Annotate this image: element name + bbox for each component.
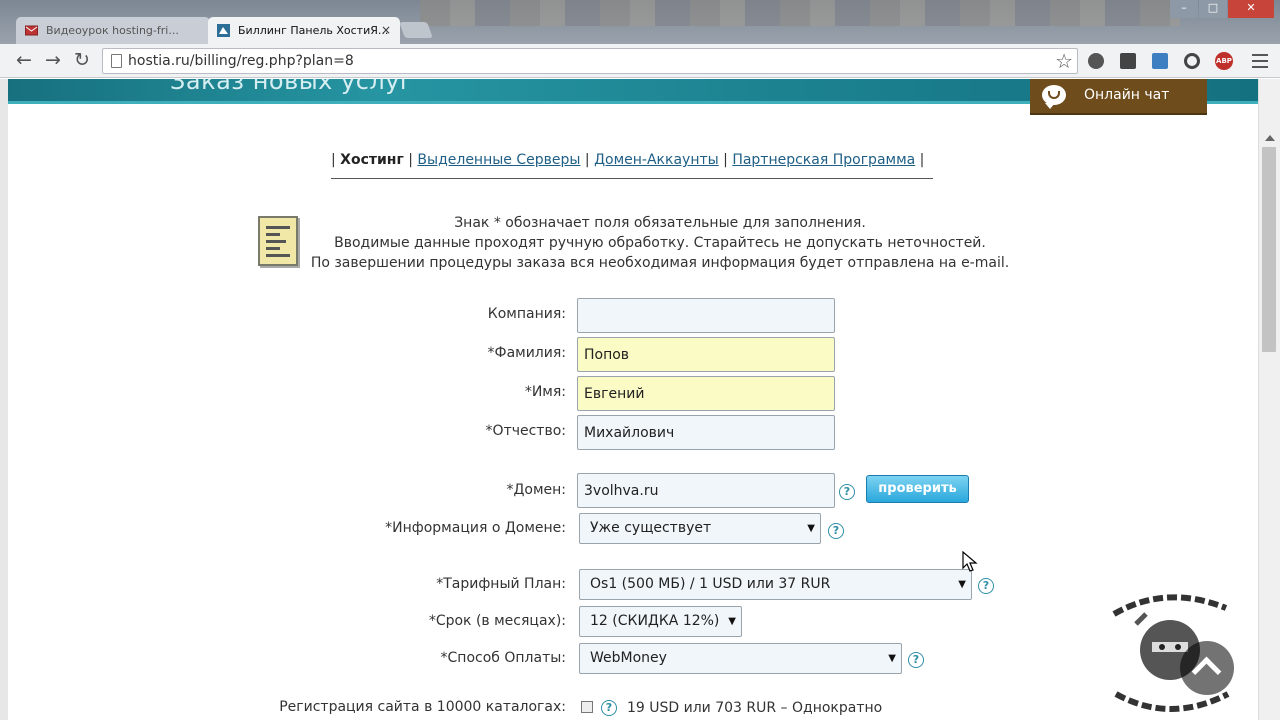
- menu-icon[interactable]: [1252, 54, 1268, 68]
- page-viewport: Заказ новых услуг Онлайн чат | Хостинг |…: [0, 79, 1280, 720]
- online-chat-button[interactable]: Онлайн чат: [1030, 79, 1207, 115]
- nav-link-domain-accounts[interactable]: Домен-Аккаунты: [594, 152, 719, 168]
- chat-bubble-icon: [1042, 85, 1066, 109]
- domain-input[interactable]: [577, 473, 835, 508]
- evernote-extension-icon[interactable]: [1120, 53, 1136, 69]
- minimize-button[interactable]: –: [1170, 0, 1198, 18]
- calendar-extension-icon[interactable]: [1152, 53, 1168, 69]
- service-nav: | Хостинг | Выделенные Серверы | Домен-А…: [331, 152, 933, 179]
- plan-value: Os1 (500 МБ) / 1 USD или 37 RUR: [590, 576, 831, 592]
- bookmark-star-icon[interactable]: ☆: [1055, 49, 1073, 73]
- catalogs-help-icon[interactable]: ?: [601, 700, 617, 716]
- maximize-button[interactable]: □: [1199, 0, 1227, 18]
- tab-title: Биллинг Панель ХостиЯ...: [238, 24, 389, 37]
- nav-item-hosting: Хостинг: [340, 152, 404, 168]
- catalogs-checkbox[interactable]: [581, 701, 593, 713]
- info-text: Знак * обозначает поля обязательные для …: [300, 213, 1020, 273]
- catalogs-label: Регистрация сайта в 10000 каталогах:: [279, 699, 566, 715]
- payment-select[interactable]: WebMoney ▼: [579, 643, 902, 674]
- close-window-button[interactable]: ✕: [1228, 0, 1274, 18]
- tab-billing-panel[interactable]: Биллинг Панель ХостиЯ... ×: [208, 17, 400, 44]
- patronymic-label: *Отчество:: [485, 423, 566, 439]
- mail-icon: [25, 25, 38, 36]
- scroll-up-arrow-icon[interactable]: [1265, 135, 1275, 141]
- desktop-background: [420, 0, 1180, 26]
- company-input[interactable]: [577, 298, 835, 333]
- chevron-down-icon: ▼: [728, 616, 736, 627]
- company-label: Компания:: [487, 306, 566, 322]
- circle-extension-icon[interactable]: [1184, 53, 1200, 69]
- name-input[interactable]: [577, 376, 835, 411]
- online-chat-label: Онлайн чат: [1084, 87, 1170, 103]
- info-line: По завершении процедуры заказа вся необх…: [310, 255, 1010, 271]
- term-select[interactable]: 12 (СКИДКА 12%) ▼: [579, 606, 742, 637]
- nav-link-partner-program[interactable]: Партнерская Программа: [732, 152, 915, 168]
- address-bar[interactable]: ☆: [102, 48, 1078, 74]
- mouse-cursor-icon: [962, 551, 978, 572]
- domain-info-select[interactable]: Уже существует ▼: [579, 513, 821, 544]
- catalogs-price: 19 USD или 703 RUR – Однократно: [627, 700, 883, 716]
- domain-info-value: Уже существует: [590, 520, 712, 536]
- page-scrollbar[interactable]: [1258, 79, 1280, 720]
- payment-label: *Способ Оплаты:: [440, 650, 566, 666]
- chevron-down-icon: ▼: [958, 579, 966, 590]
- tab-title: Видеоурок hosting-fri...: [46, 24, 179, 37]
- payment-help-icon[interactable]: ?: [908, 652, 924, 668]
- new-tab-button[interactable]: [399, 22, 433, 38]
- plan-label: *Тарифный План:: [436, 576, 566, 592]
- plan-help-icon[interactable]: ?: [978, 578, 994, 594]
- chevron-down-icon: ▼: [807, 523, 815, 534]
- page-icon: [111, 54, 122, 68]
- domain-info-help-icon[interactable]: ?: [828, 523, 844, 539]
- domain-info-label: *Информация о Домене:: [385, 520, 566, 536]
- browser-window: Видеоурок hosting-fri... Биллинг Панель …: [0, 0, 1280, 720]
- tab-video-lesson[interactable]: Видеоурок hosting-fri...: [16, 17, 210, 44]
- clock-extension-icon[interactable]: [1088, 53, 1104, 69]
- hostia-favicon-icon: [217, 24, 230, 37]
- payment-value: WebMoney: [590, 650, 667, 666]
- domain-label: *Домен:: [506, 482, 566, 498]
- info-line: Вводимые данные проходят ручную обработк…: [334, 235, 986, 251]
- scrollbar-thumb[interactable]: [1262, 147, 1276, 352]
- close-tab-icon[interactable]: ×: [381, 17, 391, 44]
- nav-link-dedicated-servers[interactable]: Выделенные Серверы: [417, 152, 580, 168]
- chevron-down-icon: ▼: [888, 653, 896, 664]
- plan-select[interactable]: Os1 (500 МБ) / 1 USD или 37 RUR ▼: [579, 569, 972, 600]
- name-label: *Имя:: [524, 384, 566, 400]
- adblock-extension-icon[interactable]: ABP: [1215, 52, 1233, 70]
- title-bar: Видеоурок hosting-fri... Биллинг Панель …: [0, 0, 1280, 44]
- info-line: Знак * обозначает поля обязательные для …: [454, 215, 866, 231]
- address-input[interactable]: [128, 52, 1028, 70]
- reload-icon[interactable]: ↻: [71, 50, 93, 72]
- term-value: 12 (СКИДКА 12%): [590, 613, 720, 629]
- check-domain-button[interactable]: проверить: [866, 475, 969, 503]
- browser-toolbar: ← → ↻ ☆ ABP: [0, 44, 1280, 78]
- patronymic-input[interactable]: [577, 415, 835, 450]
- page-title: Заказ новых услуг: [170, 79, 414, 95]
- back-arrow-icon[interactable]: ←: [13, 50, 35, 72]
- term-label: *Срок (в месяцах):: [428, 613, 566, 629]
- domain-help-icon[interactable]: ?: [839, 484, 855, 500]
- document-icon: [258, 216, 298, 266]
- scroll-to-top-button[interactable]: [1180, 641, 1234, 695]
- page-left-margin: [0, 79, 8, 720]
- forward-arrow-icon[interactable]: →: [42, 50, 64, 72]
- surname-input[interactable]: [577, 337, 835, 372]
- surname-label: *Фамилия:: [487, 345, 566, 361]
